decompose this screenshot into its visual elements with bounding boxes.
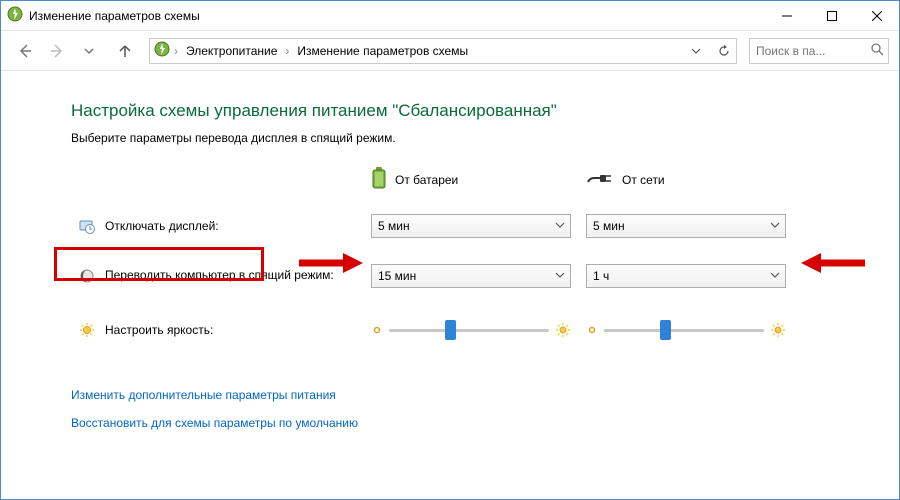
window-controls <box>764 1 899 30</box>
column-battery: От батареи <box>371 167 586 192</box>
page-heading: Настройка схемы управления питанием "Сба… <box>71 101 899 121</box>
row-brightness-controls <box>371 318 801 342</box>
chevron-down-icon <box>554 269 566 284</box>
chevron-down-icon <box>554 219 566 234</box>
minimize-button[interactable] <box>764 1 809 30</box>
nav-back-button[interactable] <box>11 37 39 65</box>
row-brightness-label: Настроить яркость: <box>105 323 213 337</box>
nav-recent-dropdown[interactable] <box>75 37 103 65</box>
plug-icon <box>586 170 614 189</box>
sun-small-icon <box>371 324 383 336</box>
columns-header: От батареи От сети <box>71 167 899 192</box>
links-section: Изменить дополнительные параметры питани… <box>71 388 899 430</box>
moon-icon <box>77 268 97 284</box>
select-value: 1 ч <box>593 269 609 283</box>
row-sleep-controls: 15 мин 1 ч <box>371 264 801 288</box>
slider-thumb[interactable] <box>445 320 456 340</box>
display-off-battery-select[interactable]: 5 мин <box>371 214 571 238</box>
brightness-battery-slider[interactable] <box>371 318 571 342</box>
breadcrumb-item[interactable]: Электропитание <box>182 44 281 58</box>
titlebar-left: Изменение параметров схемы <box>1 6 200 25</box>
chevron-down-icon <box>769 269 781 284</box>
power-plan-icon <box>154 41 170 60</box>
content-area: Настройка схемы управления питанием "Сба… <box>1 71 899 430</box>
search-box[interactable] <box>749 38 889 64</box>
annotation-arrow-left <box>299 251 363 275</box>
column-ac: От сети <box>586 167 801 192</box>
breadcrumb-sep-icon: › <box>174 44 178 58</box>
row-brightness: Настроить яркость: <box>71 308 899 352</box>
titlebar: Изменение параметров схемы <box>1 1 899 31</box>
chevron-down-icon <box>769 219 781 234</box>
refresh-button[interactable] <box>712 39 736 63</box>
battery-icon <box>371 167 387 192</box>
sun-big-icon <box>555 322 571 338</box>
row-brightness-label-group: Настроить яркость: <box>71 322 371 338</box>
address-bar[interactable]: › Электропитание › Изменение параметров … <box>149 38 737 64</box>
brightness-ac-slider[interactable] <box>586 318 786 342</box>
slider-track <box>604 329 764 332</box>
nav-up-button[interactable] <box>111 37 139 65</box>
sleep-ac-select[interactable]: 1 ч <box>586 264 786 288</box>
sun-icon <box>77 322 97 338</box>
maximize-button[interactable] <box>809 1 854 30</box>
sun-big-icon <box>770 322 786 338</box>
navbar: › Электропитание › Изменение параметров … <box>1 31 899 71</box>
power-plan-icon <box>7 6 23 25</box>
select-value: 15 мин <box>378 269 416 283</box>
breadcrumb-sep-icon: › <box>285 44 289 58</box>
sun-small-icon <box>586 324 598 336</box>
sleep-battery-select[interactable]: 15 мин <box>371 264 571 288</box>
select-value: 5 мин <box>378 219 410 233</box>
restore-defaults-link[interactable]: Восстановить для схемы параметры по умол… <box>71 416 899 430</box>
row-display-off: Отключать дисплей: 5 мин 5 мин <box>71 204 899 248</box>
row-display-controls: 5 мин 5 мин <box>371 214 801 238</box>
window: Изменение параметров схемы <box>0 0 900 500</box>
column-battery-label: От батареи <box>395 173 458 187</box>
page-subtext: Выберите параметры перевода дисплея в сп… <box>71 131 899 145</box>
display-off-ac-select[interactable]: 5 мин <box>586 214 786 238</box>
row-sleep: Переводить компьютер в спящий режим: 15 … <box>71 254 899 298</box>
search-input[interactable] <box>754 43 854 59</box>
annotation-arrow-right <box>801 251 865 275</box>
window-title: Изменение параметров схемы <box>29 9 200 23</box>
row-display-label-group: Отключать дисплей: <box>71 218 371 234</box>
close-button[interactable] <box>854 1 899 30</box>
slider-thumb[interactable] <box>660 320 671 340</box>
display-clock-icon <box>77 218 97 234</box>
row-display-label: Отключать дисплей: <box>105 219 219 233</box>
advanced-settings-link[interactable]: Изменить дополнительные параметры питани… <box>71 388 899 402</box>
slider-track <box>389 329 549 332</box>
select-value: 5 мин <box>593 219 625 233</box>
column-ac-label: От сети <box>622 173 665 187</box>
search-icon <box>870 42 884 59</box>
breadcrumb-item[interactable]: Изменение параметров схемы <box>293 44 472 58</box>
address-dropdown-button[interactable] <box>684 39 708 63</box>
nav-forward-button[interactable] <box>43 37 71 65</box>
